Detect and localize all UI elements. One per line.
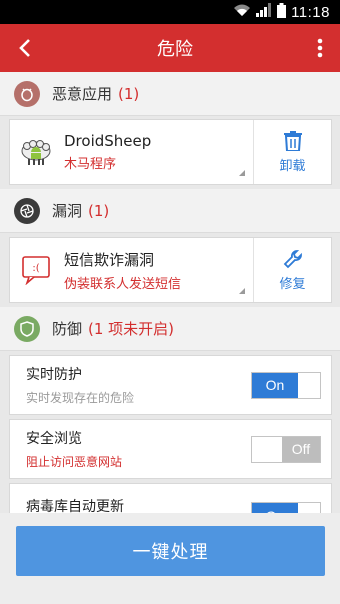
malware-type: 木马程序 — [64, 157, 117, 172]
repair-button[interactable]: 修复 — [253, 238, 331, 302]
realtime-protection-toggle[interactable]: On — [251, 371, 321, 399]
signal-icon — [256, 3, 272, 21]
wrench-icon — [283, 249, 302, 268]
setting-title: 安全浏览 — [26, 431, 82, 447]
battery-icon — [277, 2, 287, 22]
trash-icon — [283, 130, 302, 151]
page-title: 危险 — [157, 39, 193, 60]
expand-indicator-icon — [239, 170, 245, 176]
svg-text::(: :( — [32, 263, 39, 274]
malware-app-name: DroidSheep — [64, 132, 152, 150]
uninstall-button[interactable]: 卸载 — [253, 120, 331, 184]
app-bar: 危险 — [0, 24, 340, 72]
more-vert-icon — [317, 38, 323, 58]
overflow-menu-button[interactable] — [300, 24, 340, 72]
repair-label: 修复 — [279, 276, 306, 292]
vuln-item-info[interactable]: :( 短信欺诈漏洞 伪装联系人发送短信 — [10, 238, 253, 302]
defense-section-label: 防御 — [52, 320, 83, 338]
vuln-section-count: (1) — [88, 201, 110, 220]
vuln-section-header: 漏洞 (1) — [0, 189, 340, 233]
back-arrow-icon — [19, 39, 30, 57]
setting-realtime-protection: 实时防护 实时发现存在的危险 On — [9, 355, 332, 415]
sms-alert-icon: :( — [18, 252, 54, 288]
malware-section-count: (1) — [118, 84, 140, 103]
defense-section-count: (1 项未开启) — [88, 320, 175, 338]
malware-section-header: 恶意应用 (1) — [0, 72, 340, 116]
shield-icon — [14, 315, 40, 342]
status-bar: 11:18 — [0, 0, 340, 24]
vuln-desc: 伪装联系人发送短信 — [64, 276, 182, 292]
safe-browsing-toggle[interactable]: Off — [251, 435, 321, 463]
defense-section-header: 防御 (1 项未开启) — [0, 307, 340, 351]
expand-indicator-icon — [239, 288, 245, 294]
setting-safe-browsing: 安全浏览 阻止访问恶意网站 Off — [9, 419, 332, 479]
setting-desc: 实时发现存在的危险 — [26, 391, 135, 405]
back-button[interactable] — [0, 24, 50, 72]
vuln-name: 短信欺诈漏洞 — [64, 250, 155, 269]
status-time: 11:18 — [291, 3, 330, 21]
vuln-section-label: 漏洞 — [52, 202, 83, 220]
setting-title: 实时防护 — [26, 367, 82, 383]
toggle-state: Off — [282, 436, 320, 462]
malware-bug-icon — [14, 80, 40, 107]
toggle-state: On — [252, 372, 298, 398]
malware-item-info[interactable]: DroidSheep 木马程序 — [10, 120, 253, 184]
malware-item-card[interactable]: DroidSheep 木马程序 卸载 — [9, 119, 332, 185]
setting-desc: 阻止访问恶意网站 — [26, 455, 123, 469]
bottom-action-bar: 一键处理 — [0, 513, 340, 604]
droidsheep-app-icon — [18, 134, 54, 170]
vuln-item-card[interactable]: :( 短信欺诈漏洞 伪装联系人发送短信 修复 — [9, 237, 332, 303]
uninstall-label: 卸载 — [279, 158, 306, 174]
malware-section-label: 恶意应用 — [52, 85, 113, 103]
aperture-icon — [14, 197, 40, 224]
wifi-icon — [233, 3, 251, 21]
one-click-fix-button[interactable]: 一键处理 — [16, 526, 325, 576]
